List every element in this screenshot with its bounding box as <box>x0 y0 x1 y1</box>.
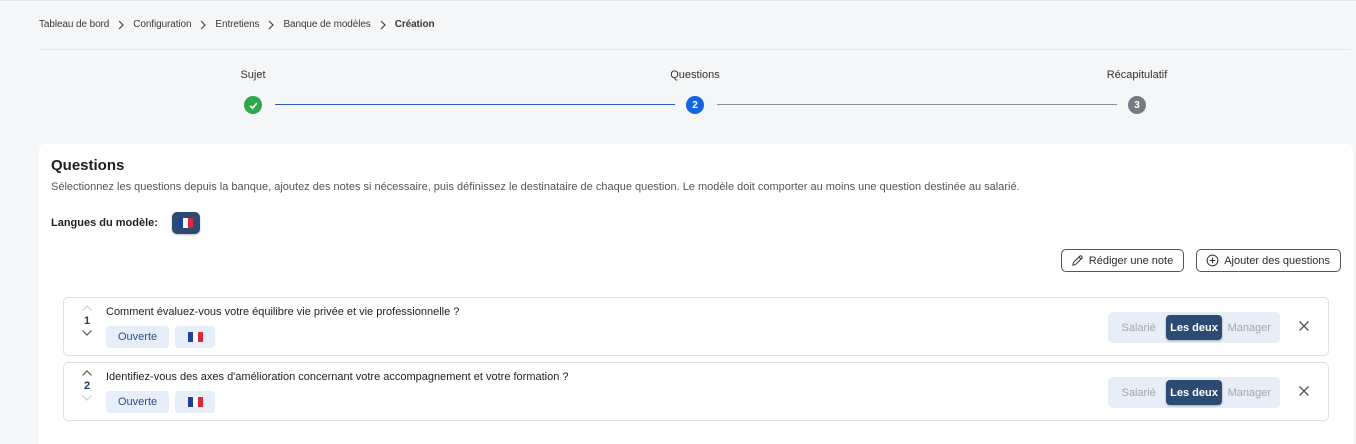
step-label-summary: Récapitulatif <box>1106 69 1168 81</box>
card-description: Sélectionnez les questions depuis la ban… <box>51 181 1020 193</box>
card-title: Questions <box>51 157 125 174</box>
close-icon[interactable] <box>1298 320 1310 332</box>
flag-fr-icon <box>187 397 203 407</box>
question-type-badge: Ouverte <box>106 391 170 413</box>
step-label-questions: Questions <box>670 69 720 81</box>
question-number: 1 <box>83 315 91 327</box>
add-questions-label: Ajouter des questions <box>1224 254 1330 267</box>
chevron-up-icon[interactable] <box>81 304 93 312</box>
step-summary[interactable]: 3 <box>1128 96 1146 114</box>
flag-fr-icon <box>187 332 203 342</box>
question-row: 1 Comment évaluez-vous votre équilibre v… <box>63 297 1329 356</box>
template-languages: Langues du modèle: <box>51 212 200 234</box>
question-order-controls: 1 <box>79 304 95 337</box>
recipient-employee[interactable]: Salarié <box>1111 380 1166 405</box>
stepper: Sujet Questions Récapitulatif 2 3 <box>0 0 1356 130</box>
question-type-badge: Ouverte <box>106 326 170 348</box>
question-order-controls: 2 <box>79 369 95 402</box>
step-questions[interactable]: 2 <box>686 96 704 114</box>
plus-circle-icon <box>1206 254 1219 267</box>
step-connector-todo <box>717 104 1117 105</box>
flag-fr-icon <box>178 218 194 228</box>
write-note-button[interactable]: Rédiger une note <box>1060 249 1185 272</box>
chevron-down-icon[interactable] <box>81 329 93 337</box>
languages-label: Langues du modèle: <box>51 217 158 229</box>
recipient-selector: Salarié Les deux Manager <box>1108 377 1280 408</box>
question-text: Identifiez-vous des axes d'amélioration … <box>106 371 569 383</box>
recipient-selector: Salarié Les deux Manager <box>1108 312 1280 343</box>
questions-card: Questions Sélectionnez les questions dep… <box>39 144 1353 444</box>
question-tags: Ouverte <box>106 391 216 413</box>
step-connector-done <box>275 104 675 105</box>
write-note-label: Rédiger une note <box>1088 254 1174 267</box>
card-actions: Rédiger une note Ajouter des questions <box>1060 249 1341 272</box>
step-subject-check-icon[interactable] <box>244 96 262 114</box>
chevron-up-icon[interactable] <box>81 369 93 377</box>
language-selector-fr[interactable] <box>171 212 200 234</box>
recipient-both[interactable]: Les deux <box>1166 380 1222 405</box>
chevron-down-icon[interactable] <box>81 394 93 402</box>
recipient-both[interactable]: Les deux <box>1166 315 1222 340</box>
recipient-manager[interactable]: Manager <box>1222 315 1277 340</box>
pencil-icon <box>1071 255 1083 266</box>
question-language-badge <box>175 326 216 348</box>
question-tags: Ouverte <box>106 326 216 348</box>
question-row: 2 Identifiez-vous des axes d'amélioratio… <box>63 362 1329 421</box>
recipient-manager[interactable]: Manager <box>1222 380 1277 405</box>
question-number: 2 <box>83 380 91 392</box>
recipient-employee[interactable]: Salarié <box>1111 315 1166 340</box>
add-questions-button[interactable]: Ajouter des questions <box>1196 249 1341 272</box>
step-label-subject: Sujet <box>240 69 266 81</box>
question-text: Comment évaluez-vous votre équilibre vie… <box>106 306 460 318</box>
close-icon[interactable] <box>1298 385 1310 397</box>
question-language-badge <box>175 391 216 413</box>
